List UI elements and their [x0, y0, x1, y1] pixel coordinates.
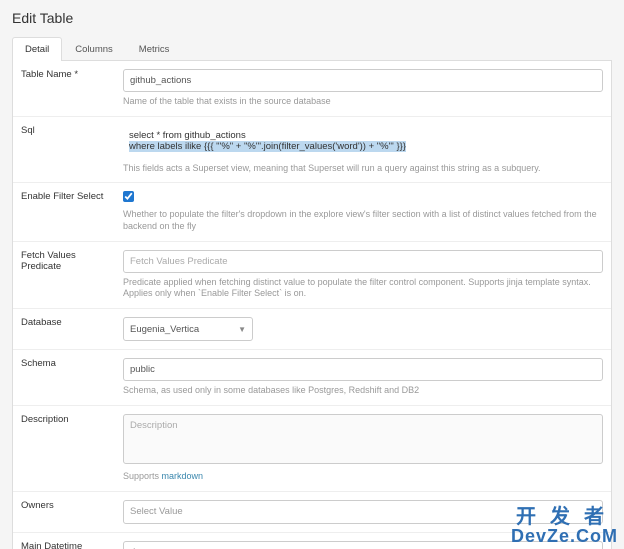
label-database: Database	[13, 309, 123, 349]
help-sql: This fields acts a Superset view, meanin…	[123, 163, 603, 175]
label-schema: Schema	[13, 350, 123, 405]
label-description: Description	[13, 406, 123, 491]
help-schema: Schema, as used only in some databases l…	[123, 385, 603, 397]
label-sql: Sql	[13, 117, 123, 183]
help-fetch-values-predicate: Predicate applied when fetching distinct…	[123, 277, 603, 300]
tabs: Detail Columns Metrics	[12, 36, 612, 61]
help-table-name: Name of the table that exists in the sou…	[123, 96, 603, 108]
tab-columns[interactable]: Columns	[62, 37, 126, 61]
help-description: Supports markdown	[123, 471, 603, 483]
tab-detail[interactable]: Detail	[12, 37, 62, 61]
owners-placeholder: Select Value	[130, 506, 183, 517]
watermark: 开发者 DevZe.CoM	[511, 507, 618, 545]
fetch-values-predicate-input[interactable]	[123, 250, 603, 273]
database-select[interactable]: Eugenia_Vertica ▼	[123, 317, 253, 341]
sql-input[interactable]: select * from github_actions where label…	[123, 125, 603, 159]
table-name-input[interactable]	[123, 69, 603, 92]
schema-input[interactable]	[123, 358, 603, 381]
label-main-datetime-column: Main Datetime Column	[13, 533, 123, 549]
label-fetch-values-predicate: Fetch Values Predicate	[13, 242, 123, 308]
description-input[interactable]	[123, 414, 603, 464]
tab-metrics[interactable]: Metrics	[126, 37, 183, 61]
label-table-name: Table Name *	[13, 61, 123, 116]
watermark-line1: 开发者	[511, 507, 618, 527]
markdown-link[interactable]: markdown	[162, 471, 204, 481]
watermark-line2: DevZe.CoM	[511, 527, 618, 545]
sql-line-2: where labels ilike {{{ "'%" + "%'".join(…	[129, 141, 597, 152]
enable-filter-select-checkbox[interactable]	[123, 191, 134, 202]
chevron-down-icon: ▼	[238, 325, 246, 334]
detail-panel: Table Name * Name of the table that exis…	[12, 61, 612, 549]
label-owners: Owners	[13, 492, 123, 532]
help-enable-filter-select: Whether to populate the filter's dropdow…	[123, 209, 603, 232]
label-enable-filter-select: Enable Filter Select	[13, 183, 123, 240]
database-select-value: Eugenia_Vertica	[130, 324, 199, 335]
sql-line-1: select * from github_actions	[129, 130, 597, 141]
page-title: Edit Table	[12, 10, 612, 26]
